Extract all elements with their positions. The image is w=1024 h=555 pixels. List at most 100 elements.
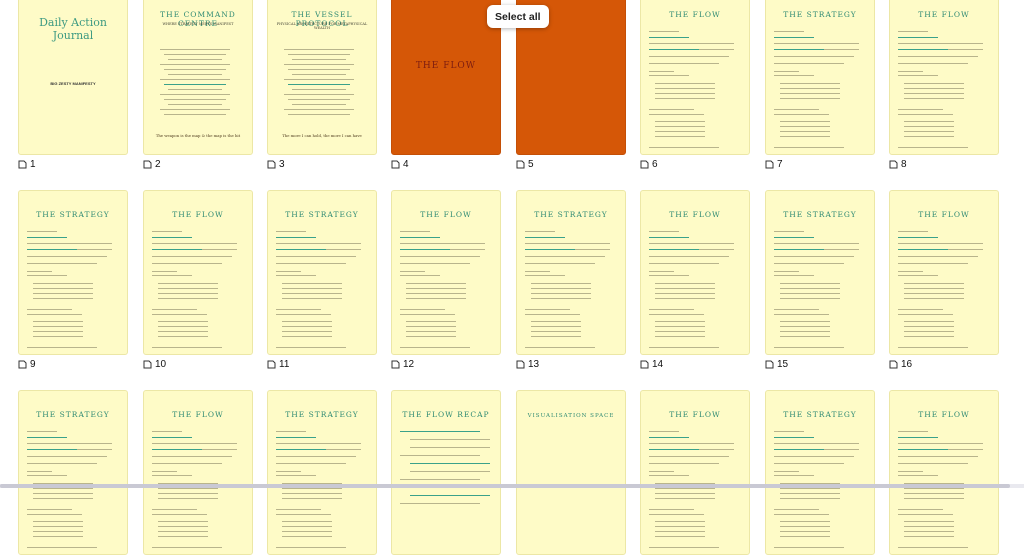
page-thumbnail[interactable]: THE FLOW <box>889 190 999 355</box>
text-line <box>780 493 840 494</box>
text-line <box>158 488 218 489</box>
text-line <box>276 443 361 444</box>
page-thumbnail[interactable]: THE FLOW <box>143 390 253 555</box>
text-line <box>904 293 964 294</box>
text-line <box>33 326 83 327</box>
page-title: THE FLOW <box>172 210 224 219</box>
page-thumbnail[interactable]: THE FLOW RECAP <box>391 390 501 555</box>
page-icon <box>516 360 525 369</box>
text-line <box>649 37 689 38</box>
page-thumbnail[interactable]: THE FLOW <box>640 0 750 155</box>
text-line <box>276 256 356 257</box>
text-line <box>774 271 799 272</box>
text-line <box>158 531 208 532</box>
text-line <box>152 271 177 272</box>
text-line <box>276 275 316 276</box>
text-line <box>699 449 734 450</box>
text-line <box>152 237 192 238</box>
text-line <box>898 443 983 444</box>
horizontal-scrollbar[interactable] <box>0 484 1024 488</box>
text-line <box>904 331 954 332</box>
page-number: 9 <box>30 359 36 370</box>
text-line <box>202 449 237 450</box>
text-line <box>400 479 480 480</box>
text-line <box>898 37 938 38</box>
page-thumbnail[interactable]: THE FLOW <box>143 190 253 355</box>
page-thumbnail[interactable]: THE STRATEGY <box>18 190 128 355</box>
text-line <box>158 521 208 522</box>
page-icon <box>516 160 525 169</box>
text-line <box>27 263 97 264</box>
text-line <box>780 88 840 89</box>
page-thumbnail[interactable]: THE COMMAND CENTRE WHERE STRATEGY MEETS M… <box>143 0 253 155</box>
text-line <box>326 249 361 250</box>
text-line <box>160 64 230 65</box>
text-line <box>780 283 840 284</box>
text-line <box>649 463 719 464</box>
text-line <box>649 431 679 432</box>
text-line <box>152 509 197 510</box>
text-line <box>774 109 819 110</box>
text-line <box>774 437 814 438</box>
text-line <box>282 331 332 332</box>
text-line <box>33 321 83 322</box>
scrollbar-thumb[interactable] <box>0 484 1010 488</box>
page-number: 16 <box>901 359 913 370</box>
page-thumbnail[interactable]: THE FLOW <box>889 390 999 555</box>
page-title: THE STRATEGY <box>783 210 857 219</box>
text-line <box>33 521 83 522</box>
text-line <box>649 456 729 457</box>
page-thumbnail[interactable]: THE STRATEGY <box>516 190 626 355</box>
page-thumbnail[interactable]: THE STRATEGY <box>267 390 377 555</box>
text-line <box>649 243 734 244</box>
text-line <box>164 54 226 55</box>
text-line <box>525 243 610 244</box>
text-line <box>780 321 830 322</box>
text-line <box>774 56 854 57</box>
text-line <box>33 336 83 337</box>
page-title: THE FLOW <box>172 410 224 419</box>
page-thumbnail[interactable]: THE FLOW <box>391 0 501 155</box>
page-thumbnail[interactable]: THE STRATEGY <box>765 390 875 555</box>
text-line <box>780 293 840 294</box>
page-thumbnail[interactable]: THE FLOW <box>640 390 750 555</box>
text-line <box>276 243 361 244</box>
page-thumbnail[interactable]: THE FLOW <box>640 190 750 355</box>
page-thumbnail[interactable]: THE STRATEGY <box>18 390 128 555</box>
page-number: 11 <box>279 359 290 370</box>
text-line <box>152 263 222 264</box>
text-line <box>27 471 52 472</box>
text-line <box>33 526 83 527</box>
text-line <box>904 136 954 137</box>
text-line <box>780 326 830 327</box>
text-line <box>158 336 208 337</box>
text-line <box>774 43 859 44</box>
text-line <box>780 98 840 99</box>
text-line <box>655 321 705 322</box>
text-line <box>824 49 859 50</box>
text-line <box>158 298 218 299</box>
text-line <box>780 93 840 94</box>
text-line <box>904 298 964 299</box>
text-line <box>780 298 840 299</box>
page-thumbnail[interactable]: VISUALISATION SPACE <box>516 390 626 555</box>
text-line <box>774 256 854 257</box>
text-line <box>288 54 350 55</box>
text-line <box>410 463 490 464</box>
page-thumbnail[interactable]: THE VESSEL PROTOCOL PHYSICAL ARCHITECTURE… <box>267 0 377 155</box>
text-line <box>780 331 830 332</box>
page-thumbnail[interactable]: THE FLOW <box>889 0 999 155</box>
text-line <box>525 275 565 276</box>
page-thumbnail[interactable]: THE STRATEGY <box>765 0 875 155</box>
text-line <box>649 109 694 110</box>
text-line <box>774 347 844 348</box>
page-thumbnail[interactable]: Daily Action Journal BIG ZESTY MANIFESTY <box>18 0 128 155</box>
text-line <box>27 347 97 348</box>
text-line <box>649 263 719 264</box>
select-all-button[interactable]: Select all <box>487 5 549 28</box>
text-line <box>410 447 490 448</box>
text-line <box>898 547 968 548</box>
page-thumbnail[interactable]: THE FLOW <box>391 190 501 355</box>
page-thumbnail[interactable]: THE STRATEGY <box>765 190 875 355</box>
page-thumbnail[interactable]: THE STRATEGY <box>267 190 377 355</box>
